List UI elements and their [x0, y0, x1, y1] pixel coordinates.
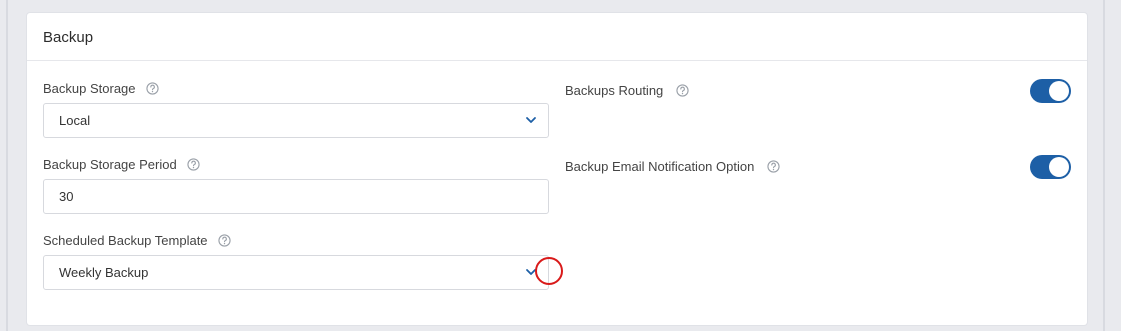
- scheduled-backup-template-select[interactable]: Weekly Backup: [43, 255, 563, 290]
- backup-storage-value: Local: [59, 113, 91, 128]
- page-left-border: [6, 0, 8, 331]
- scheduled-backup-template-value: Weekly Backup: [59, 265, 149, 280]
- page-right-border: [1103, 0, 1105, 331]
- backup-email-notification-label-row: Backup Email Notification Option: [565, 159, 780, 174]
- help-icon[interactable]: [187, 158, 200, 171]
- backups-routing-toggle[interactable]: [1030, 79, 1071, 103]
- backup-storage-label-row: Backup Storage: [43, 81, 159, 96]
- backup-storage-label: Backup Storage: [43, 81, 136, 96]
- backup-settings-card: Backup Backup Storage Local Backup Stora…: [27, 13, 1087, 325]
- backup-storage-period-input[interactable]: 30: [43, 179, 549, 214]
- highlight-circle: [535, 257, 563, 285]
- backup-storage-period-value: 30: [59, 189, 74, 204]
- help-icon[interactable]: [767, 160, 780, 173]
- help-icon[interactable]: [217, 234, 231, 247]
- backup-storage-period-label: Backup Storage Period: [43, 157, 177, 172]
- toggle-knob: [1049, 81, 1069, 101]
- help-icon[interactable]: [145, 82, 159, 95]
- scheduled-backup-template-label: Scheduled Backup Template: [43, 233, 208, 248]
- backup-email-notification-label: Backup Email Notification Option: [565, 159, 755, 174]
- card-title: Backup: [43, 29, 94, 46]
- backup-storage-period-label-row: Backup Storage Period: [43, 157, 200, 172]
- backup-email-notification-toggle[interactable]: [1030, 155, 1071, 179]
- backup-storage-select[interactable]: Local: [43, 103, 549, 138]
- toggle-knob: [1049, 157, 1069, 177]
- help-icon[interactable]: [676, 84, 689, 97]
- scheduled-backup-template-label-row: Scheduled Backup Template: [43, 233, 231, 248]
- card-header: Backup: [27, 13, 1087, 61]
- backups-routing-label: Backups Routing: [565, 83, 664, 98]
- backups-routing-label-row: Backups Routing: [565, 83, 689, 98]
- chevron-down-icon[interactable]: [525, 114, 537, 126]
